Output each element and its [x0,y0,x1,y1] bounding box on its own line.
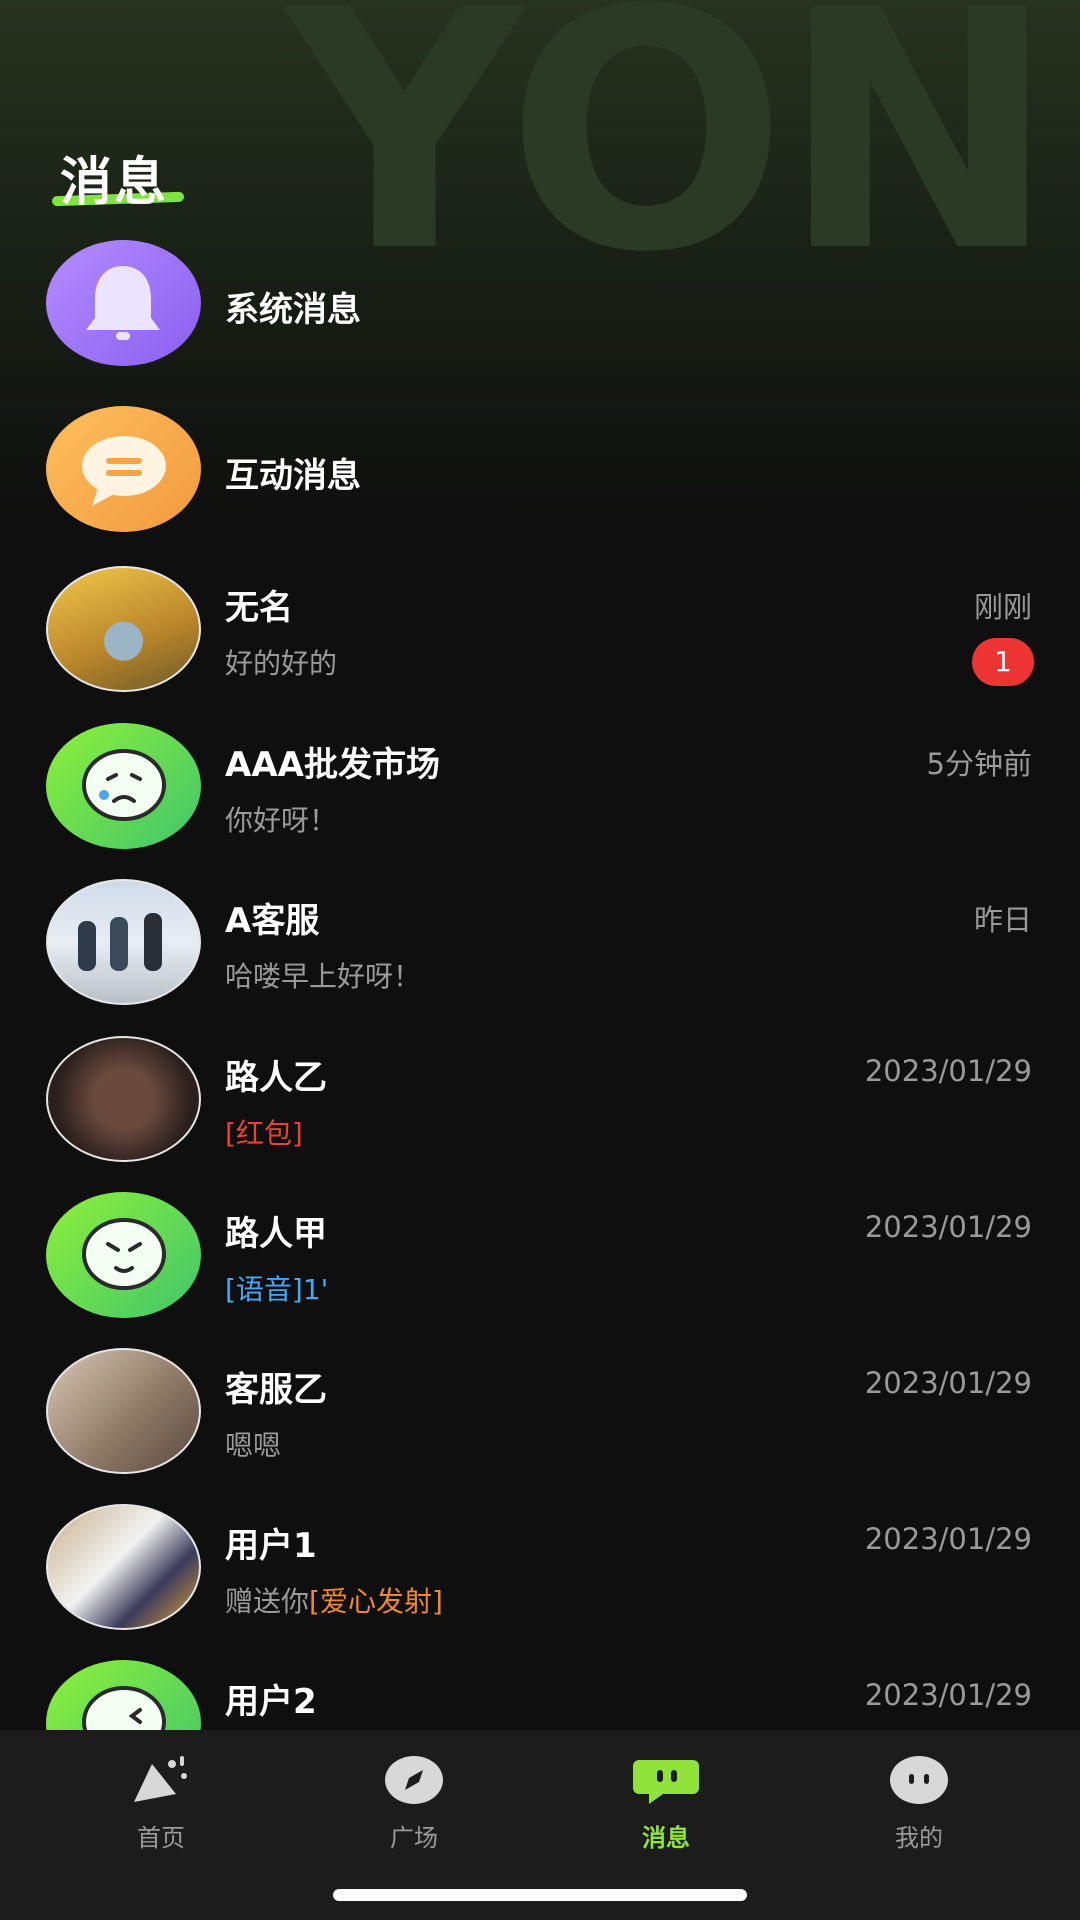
conversation-preview: 哈喽早上好呀！ [225,960,422,993]
voice-duration: 1' [302,1273,329,1306]
conversation-row[interactable]: 路人甲 [语音]1' 2023/01/29 [0,1192,1080,1322]
system-message-row[interactable]: 系统消息 [0,240,1080,370]
conversation-row[interactable]: 用户2 2023/01/29 [0,1660,1080,1730]
conversation-time: 昨日 [973,903,1032,937]
avatar [46,1036,201,1162]
conversation-row[interactable]: 路人乙 [红包] 2023/01/29 [0,1036,1080,1166]
chat-bubble-icon [46,406,201,532]
avatar [46,1348,201,1474]
lemon-face-avatar-icon [46,1192,201,1318]
conversation-name: 用户2 [225,1682,317,1722]
conversation-name: 路人甲 [225,1214,327,1254]
conversation-row[interactable]: 无名 好的好的 刚刚 1 [0,566,1080,696]
conversation-time: 2023/01/29 [864,1522,1032,1556]
conversation-preview: 你好呀！ [225,804,338,837]
conversation-name: 客服乙 [225,1370,327,1410]
tab-plaza[interactable]: 广场 [344,1750,484,1853]
avatar [46,879,201,1005]
tab-plaza-label: 广场 [390,1824,438,1852]
tab-home[interactable]: 首页 [91,1750,231,1853]
compass-icon [385,1756,443,1804]
interactive-message-row[interactable]: 互动消息 [0,406,1080,536]
conversation-time: 刚刚 [973,590,1032,624]
conversation-time: 2023/01/29 [864,1366,1032,1400]
page-title: 消息 [60,153,169,213]
conversation-name: 路人乙 [225,1058,327,1098]
tab-profile[interactable]: 我的 [849,1750,989,1853]
lemon-face-avatar-icon [46,723,201,849]
home-confetti-icon [134,1756,187,1802]
conversation-preview: [语音]1' [225,1268,328,1308]
conversation-time: 2023/01/29 [864,1210,1032,1244]
bell-icon [46,240,201,366]
conversation-name: 无名 [225,588,293,628]
tab-messages[interactable]: 消息 [596,1750,736,1853]
avatar [46,566,201,692]
tab-profile-label: 我的 [895,1824,943,1852]
tab-home-label: 首页 [137,1824,185,1852]
home-indicator [333,1889,747,1901]
interactive-message-label: 互动消息 [225,456,361,496]
conversation-time: 2023/01/29 [864,1054,1032,1088]
conversation-preview: 好的好的 [225,647,338,680]
conversation-time: 2023/01/29 [864,1678,1032,1712]
conversation-row[interactable]: 用户1 赠送你[爱心发射] 2023/01/29 [0,1504,1080,1634]
system-message-label: 系统消息 [225,290,361,330]
unread-badge: 1 [972,638,1034,686]
conversation-time: 5分钟前 [926,747,1032,781]
conversation-name: AAA批发市场 [225,745,440,785]
voice-tag: [语音] [225,1273,303,1306]
conversation-preview: 嗯嗯 [225,1429,282,1462]
conversation-name: 用户1 [225,1526,317,1566]
page-title-wrap: 消息 [51,140,185,215]
conversation-preview-tag: [红包] [225,1117,303,1150]
conversation-name: A客服 [225,901,320,941]
conversation-row[interactable]: AAA批发市场 你好呀！ 5分钟前 [0,723,1080,853]
tab-messages-label: 消息 [642,1824,690,1852]
conversation-row[interactable]: A客服 哈喽早上好呀！ 昨日 [0,879,1080,1009]
lemon-face-avatar-icon [46,1660,201,1730]
message-icon [633,1760,699,1804]
gift-tag: [爱心发射] [309,1585,443,1618]
conversation-preview: 赠送你[爱心发射] [225,1580,443,1620]
avatar [46,1504,201,1630]
conversation-row[interactable]: 客服乙 嗯嗯 2023/01/29 [0,1348,1080,1478]
gift-prefix: 赠送你 [225,1585,310,1618]
profile-face-icon [890,1756,948,1804]
